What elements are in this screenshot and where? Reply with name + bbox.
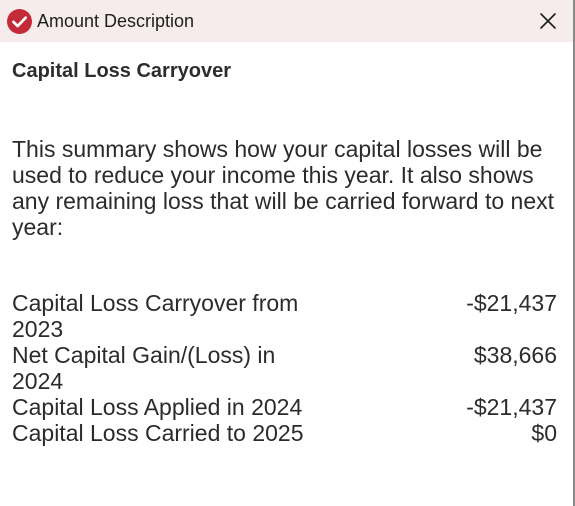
row-label: Net Capital Gain/(Loss) in 2024 <box>12 342 276 394</box>
title-bar: Amount Description <box>0 0 573 42</box>
row-label: Capital Loss Carryover from 2023 <box>12 290 299 342</box>
window-title: Amount Description <box>37 10 195 31</box>
summary-row-net-gain: Net Capital Gain/(Loss) in 2024 $38,666 <box>12 342 559 394</box>
row-amount: -$21,437 <box>466 394 557 420</box>
summary-row-carryover-from: Capital Loss Carryover from 2023 -$21,43… <box>12 290 559 342</box>
row-amount: -$21,437 <box>466 290 557 316</box>
content-area: Capital Loss Carryover This summary show… <box>0 42 573 446</box>
row-amount: $0 <box>531 420 557 446</box>
row-label: Capital Loss Applied in 2024 <box>12 394 303 420</box>
summary-row-carried-to: Capital Loss Carried to 2025 $0 <box>12 420 559 446</box>
section-heading: Capital Loss Carryover <box>12 60 231 82</box>
row-amount: $38,666 <box>473 342 557 368</box>
amount-description-window: Amount Description Capital Loss Carryove… <box>0 0 575 506</box>
summary-rows: Capital Loss Carryover from 2023 -$21,43… <box>12 290 559 446</box>
close-button[interactable] <box>535 8 561 34</box>
intro-paragraph: This summary shows how your capital loss… <box>12 136 555 240</box>
check-circle-icon <box>7 8 32 34</box>
summary-row-loss-applied: Capital Loss Applied in 2024 -$21,437 <box>12 394 559 420</box>
row-label: Capital Loss Carried to 2025 <box>12 420 304 446</box>
close-icon <box>540 13 556 29</box>
